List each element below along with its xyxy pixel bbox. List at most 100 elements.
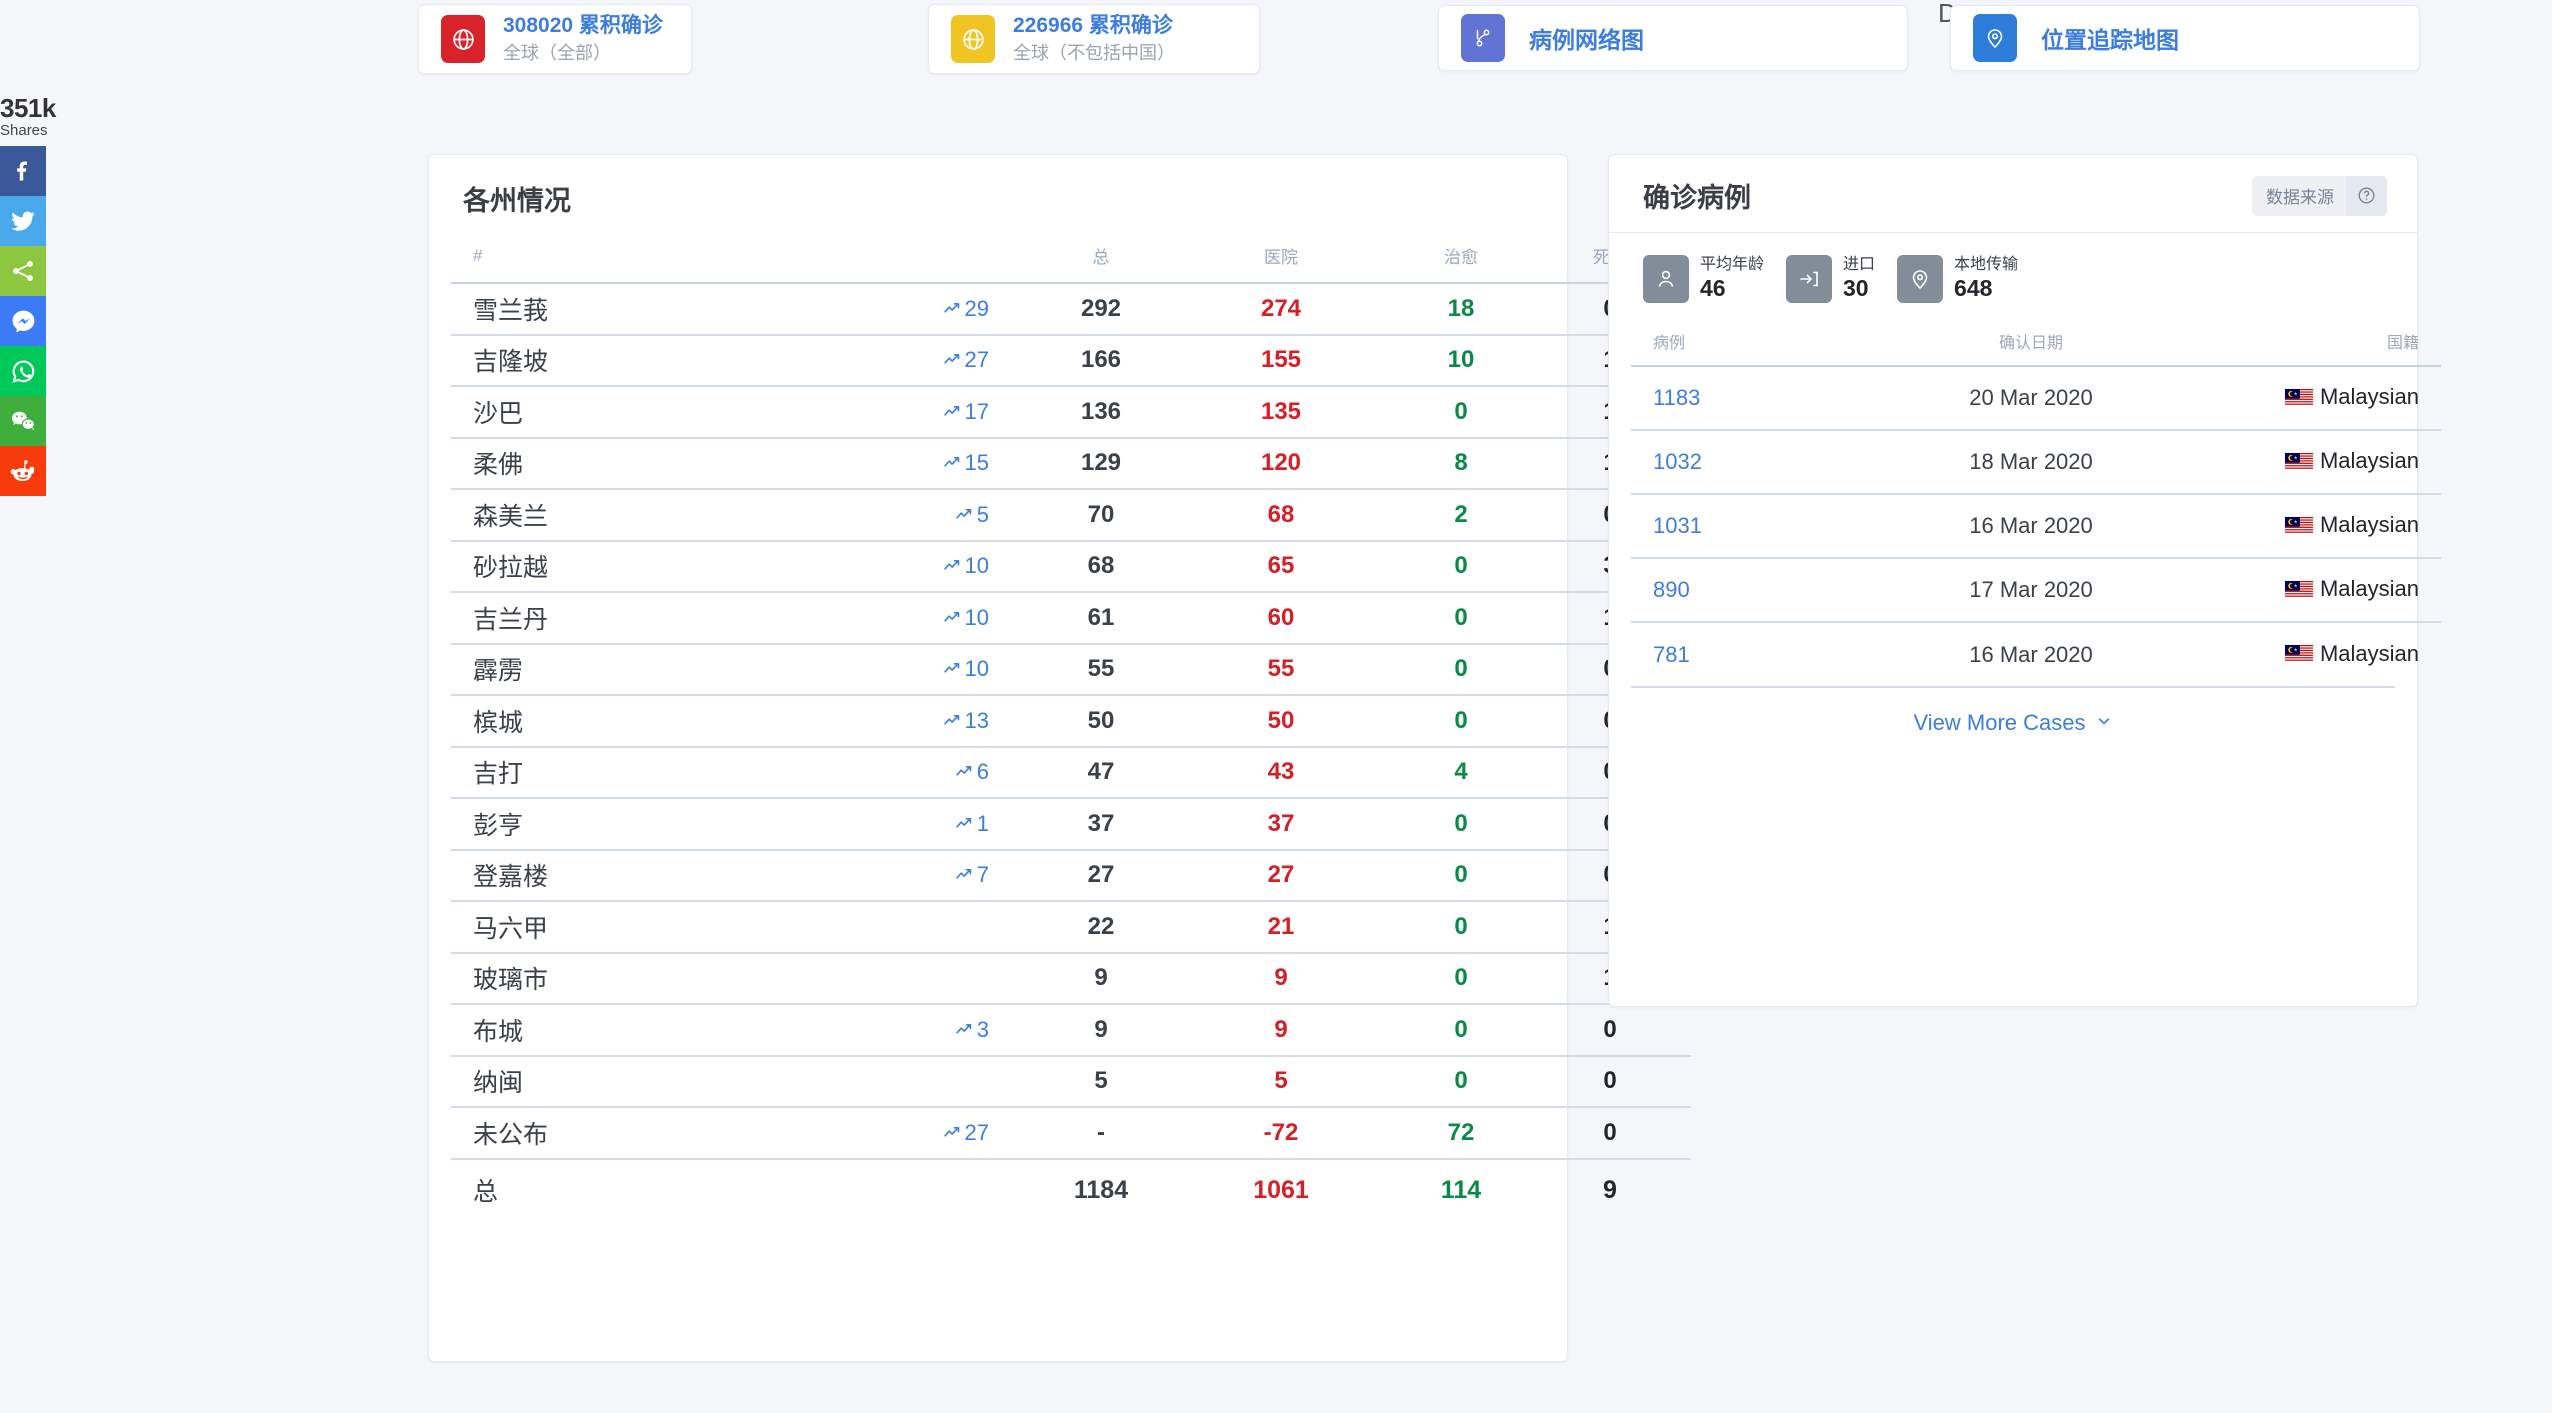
col-header-total[interactable]: 总: [1011, 233, 1191, 284]
table-row: 登嘉楼7272700: [451, 848, 1691, 901]
share-icon: [10, 258, 36, 284]
state-total-cell: 68: [1011, 539, 1191, 592]
data-source-badge[interactable]: 数据来源: [2252, 175, 2387, 216]
case-date-cell: 20 Mar 2020: [1861, 365, 2201, 430]
trend-up-icon: 6: [955, 759, 989, 784]
mini-stat-value: 648: [1954, 275, 1993, 302]
case-date-cell: 16 Mar 2020: [1861, 621, 2201, 686]
share-button-facebook[interactable]: [0, 146, 46, 197]
cases-table-header-row: 病例 确认日期 国籍: [1631, 323, 2441, 367]
state-deaths-cell: 0: [1551, 1106, 1691, 1159]
state-recovered-cell: 0: [1371, 694, 1551, 747]
state-name-cell: 雪兰莪: [451, 282, 751, 335]
col-header-index[interactable]: #: [451, 233, 751, 284]
col-header-recovered[interactable]: 治愈: [1371, 233, 1551, 284]
col-header-nationality: 国籍: [2201, 323, 2441, 367]
state-trend-cell: [751, 951, 1011, 1004]
share-button-whatsapp[interactable]: [0, 346, 46, 397]
trend-up-icon: 5: [955, 502, 989, 527]
case-id-cell[interactable]: 1031: [1631, 493, 1861, 558]
case-id-cell[interactable]: 890: [1631, 557, 1861, 622]
link-card-case-network-graph[interactable]: 病例网络图: [1438, 5, 1908, 71]
globe-icon: [441, 15, 485, 63]
stat-card-unit: 累积确诊: [578, 13, 663, 37]
case-id-cell[interactable]: 781: [1631, 621, 1861, 686]
view-more-cases-button[interactable]: View More Cases: [1631, 686, 2395, 758]
trend-up-icon: 10: [943, 605, 989, 630]
person-icon: [1643, 255, 1689, 303]
stat-card-global-all[interactable]: 308020 累积确诊 全球（全部）: [418, 4, 692, 74]
share-button-wechat[interactable]: [0, 396, 46, 447]
states-panel-header: 各州情况: [429, 155, 1567, 233]
state-recovered-cell: 0: [1371, 797, 1551, 850]
state-total-cell: 9: [1011, 951, 1191, 1004]
state-recovered-cell: 18: [1371, 282, 1551, 335]
list-item: 781 16 Mar 2020 Malaysian: [1631, 621, 2441, 686]
malaysia-flag-icon: [2284, 388, 2313, 406]
state-hospital-cell: 9: [1191, 951, 1371, 1004]
state-name-cell: 吉兰丹: [451, 591, 751, 644]
mini-stat-average-age: 平均年龄 46: [1643, 255, 1764, 303]
state-trend-cell: 6: [751, 745, 1011, 798]
state-total-cell: 129: [1011, 436, 1191, 489]
state-recovered-cell: 0: [1371, 642, 1551, 695]
table-row: 纳闽 5 5 0 0: [451, 1054, 1691, 1107]
state-deaths-cell: 9: [1551, 1157, 1691, 1221]
col-header-hospital[interactable]: 医院: [1191, 233, 1371, 284]
state-hospital-cell: 60: [1191, 591, 1371, 644]
table-row: 柔佛1512912081: [451, 436, 1691, 489]
share-button-twitter[interactable]: [0, 196, 46, 247]
state-recovered-cell: 72: [1371, 1106, 1551, 1159]
cases-table-body: 1183 20 Mar 2020 Malaysian 1032 18 Mar 2020 M…: [1631, 365, 2441, 686]
col-header-confirm-date: 确认日期: [1861, 323, 2201, 367]
col-header-trend: [751, 233, 1011, 284]
stat-card-text: 308020 累积确诊 全球（全部）: [503, 13, 663, 66]
state-total-cell: 22: [1011, 900, 1191, 953]
state-recovered-cell: 114: [1371, 1157, 1551, 1221]
stat-card-value: 226966: [1013, 13, 1084, 37]
messenger-icon: [10, 308, 37, 335]
case-nationality-cell: Malaysian: [2201, 493, 2441, 558]
state-name-cell: 彭亨: [451, 797, 751, 850]
mini-stat-imported: 进口 30: [1786, 255, 1875, 303]
whatsapp-icon: [10, 358, 37, 385]
state-hospital-cell: 5: [1191, 1054, 1371, 1107]
trend-up-icon: 15: [943, 450, 989, 475]
stat-card-global-excl-china[interactable]: 226966 累积确诊 全球（不包括中国）: [928, 4, 1260, 74]
state-total-cell: 9: [1011, 1003, 1191, 1056]
trend-up-icon: 7: [955, 862, 989, 887]
share-button-share[interactable]: [0, 246, 46, 297]
table-row: 吉隆坡27166155101: [451, 333, 1691, 386]
state-hospital-cell: -72: [1191, 1106, 1371, 1159]
stat-card-title: 226966 累积确诊: [1013, 13, 1175, 39]
link-card-location-tracking-map[interactable]: 位置追踪地图: [1950, 5, 2420, 71]
state-deaths-cell: 0: [1551, 1003, 1691, 1056]
data-source-label: 数据来源: [2266, 187, 2334, 207]
state-deaths-cell: 0: [1551, 1054, 1691, 1107]
state-trend-cell: 10: [751, 539, 1011, 592]
state-total-cell: 1184: [1011, 1157, 1191, 1221]
state-trend-cell: 15: [751, 436, 1011, 489]
share-count: 351k Shares: [0, 94, 56, 147]
state-trend-cell: 10: [751, 591, 1011, 644]
state-name-cell: 柔佛: [451, 436, 751, 489]
table-row: 沙巴1713613501: [451, 385, 1691, 438]
state-hospital-cell: 37: [1191, 797, 1371, 850]
trend-up-icon: 10: [943, 553, 989, 578]
trend-up-icon: 3: [955, 1017, 989, 1042]
case-id-cell[interactable]: 1183: [1631, 365, 1861, 430]
help-circle-icon[interactable]: [2346, 175, 2387, 216]
list-item: 890 17 Mar 2020 Malaysian: [1631, 557, 2441, 622]
list-item: 1031 16 Mar 2020 Malaysian: [1631, 493, 2441, 558]
case-id-cell[interactable]: 1032: [1631, 429, 1861, 494]
share-button-reddit[interactable]: [0, 446, 46, 497]
share-button-messenger[interactable]: [0, 296, 46, 347]
stat-card-subtitle: 全球（不包括中国）: [1013, 42, 1175, 63]
stat-card-text: 226966 累积确诊 全球（不包括中国）: [1013, 13, 1175, 66]
cases-panel-title: 确诊病例: [1643, 183, 1751, 213]
states-table: # 总 医院 治愈 死亡 雪兰莪29292274180吉隆坡2716615510…: [451, 233, 1691, 1221]
import-arrow-icon: [1786, 255, 1833, 303]
list-item: 1032 18 Mar 2020 Malaysian: [1631, 429, 2441, 494]
stat-card-subtitle: 全球（全部）: [503, 42, 611, 63]
states-total-row: 总 1184 1061 114 9: [451, 1157, 1691, 1221]
